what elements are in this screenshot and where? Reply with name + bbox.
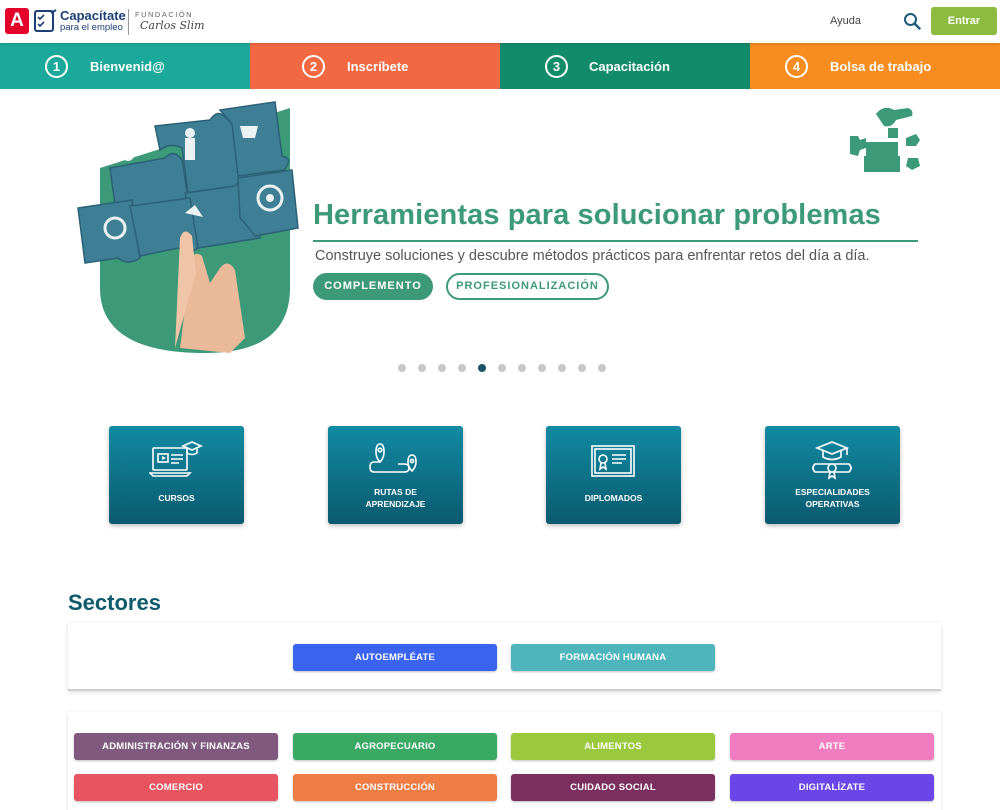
sector-button-construccion[interactable]: CONSTRUCCIÓN bbox=[293, 774, 497, 801]
sector-button-agropecuario[interactable]: AGROPECUARIO bbox=[293, 733, 497, 760]
sector-button-formacion-humana[interactable]: FORMACIÓN HUMANA bbox=[511, 644, 715, 671]
category-label-line2: OPERATIVAS bbox=[805, 499, 860, 509]
category-label: DIPLOMADOS bbox=[584, 493, 643, 503]
carousel-dot-active[interactable] bbox=[478, 364, 486, 372]
carousel-dot[interactable] bbox=[538, 364, 546, 372]
profesionalizacion-button[interactable]: PROFESIONALIZACIÓN bbox=[446, 273, 609, 300]
category-card-cursos[interactable]: CURSOS bbox=[109, 426, 244, 524]
search-icon[interactable] bbox=[903, 12, 921, 30]
carousel-dot[interactable] bbox=[438, 364, 446, 372]
sector-button-autoempleate[interactable]: AUTOEMPLÉATE bbox=[293, 644, 497, 671]
sector-button-cuidado-social[interactable]: CUIDADO SOCIAL bbox=[511, 774, 715, 801]
route-icon bbox=[369, 443, 417, 473]
sectors-grid-panel: ADMINISTRACIÓN Y FINANZAS AGROPECUARIO A… bbox=[68, 712, 941, 810]
brand-tagline: para el empleo bbox=[60, 22, 123, 33]
sector-button-alimentos[interactable]: ALIMENTOS bbox=[511, 733, 715, 760]
top-header: A Capacítate para el empleo FUNDACIÓN Ca… bbox=[0, 0, 1000, 43]
puzzle-hand-illustration bbox=[77, 101, 299, 353]
carousel-dots bbox=[398, 364, 606, 372]
category-label-line2: APRENDIZAJE bbox=[365, 499, 426, 509]
category-card-especialidades[interactable]: ESPECIALIDADES OPERATIVAS bbox=[765, 426, 900, 524]
step-label: Capacitación bbox=[589, 58, 670, 74]
category-label-line1: RUTAS DE bbox=[374, 487, 417, 497]
step-number: 3 bbox=[545, 54, 568, 78]
complemento-button[interactable]: COMPLEMENTO bbox=[313, 273, 433, 300]
logo-divider bbox=[128, 9, 129, 35]
sector-button-administracion[interactable]: ADMINISTRACIÓN Y FINANZAS bbox=[74, 733, 278, 760]
step-number: 4 bbox=[785, 54, 808, 78]
step-capacitacion[interactable]: 3 Capacitación bbox=[500, 43, 750, 89]
carousel-dot[interactable] bbox=[578, 364, 586, 372]
step-bolsa-de-trabajo[interactable]: 4 Bolsa de trabajo bbox=[750, 43, 1000, 89]
hero-title: Herramientas para solucionar problemas bbox=[313, 199, 881, 231]
step-number: 1 bbox=[45, 54, 68, 78]
carousel-dot[interactable] bbox=[418, 364, 426, 372]
carousel-dot[interactable] bbox=[398, 364, 406, 372]
checklist-logo-icon bbox=[34, 9, 57, 32]
carousel-dot[interactable] bbox=[558, 364, 566, 372]
sectores-heading: Sectores bbox=[68, 590, 161, 615]
step-bienvenida[interactable]: 1 Bienvenid@ bbox=[0, 43, 250, 89]
brand-name: Capacítate bbox=[60, 8, 126, 23]
carousel-dot[interactable] bbox=[498, 364, 506, 372]
steps-nav: 1 Bienvenid@ 2 Inscríbete 3 Capacitación… bbox=[0, 43, 1000, 89]
foundation-name: Carlos Slim bbox=[140, 19, 205, 32]
step-label: Bienvenid@ bbox=[90, 58, 165, 74]
step-label: Inscríbete bbox=[347, 58, 409, 74]
login-button[interactable]: Entrar bbox=[931, 7, 997, 35]
puzzle-hand-icon bbox=[850, 107, 920, 172]
graduation-scroll-icon bbox=[812, 441, 852, 480]
diploma-icon bbox=[591, 445, 635, 477]
step-number: 2 bbox=[302, 54, 325, 78]
step-inscribete[interactable]: 2 Inscríbete bbox=[250, 43, 500, 89]
hero-divider bbox=[313, 240, 918, 242]
sector-button-arte[interactable]: ARTE bbox=[730, 733, 934, 760]
foundation-label: FUNDACIÓN bbox=[135, 10, 194, 19]
hero-subtitle: Construye soluciones y descubre métodos … bbox=[315, 248, 870, 264]
carousel-dot[interactable] bbox=[598, 364, 606, 372]
carousel-dot[interactable] bbox=[458, 364, 466, 372]
category-label-line1: ESPECIALIDADES bbox=[795, 487, 870, 497]
step-label: Bolsa de trabajo bbox=[830, 58, 932, 74]
featured-sectors-panel: AUTOEMPLÉATE FORMACIÓN HUMANA bbox=[68, 623, 941, 691]
category-card-rutas[interactable]: RUTAS DE APRENDIZAJE bbox=[328, 426, 463, 524]
carousel-dot[interactable] bbox=[518, 364, 526, 372]
sector-button-digitalizate[interactable]: DIGITALÍZATE bbox=[730, 774, 934, 801]
help-link[interactable]: Ayuda bbox=[830, 15, 861, 27]
video-course-icon bbox=[149, 441, 203, 477]
brand-logo-icon[interactable]: A bbox=[5, 8, 29, 34]
category-label: CURSOS bbox=[158, 493, 195, 503]
category-card-diplomados[interactable]: DIPLOMADOS bbox=[546, 426, 681, 524]
sector-button-comercio[interactable]: COMERCIO bbox=[74, 774, 278, 801]
